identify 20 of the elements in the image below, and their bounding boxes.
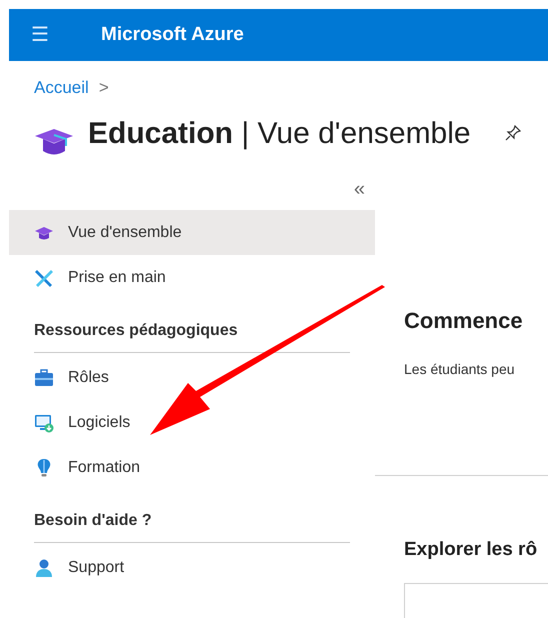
nav-item[interactable]: Support	[9, 545, 375, 590]
menu-button[interactable]: ☰	[28, 25, 52, 45]
pin-icon[interactable]	[504, 125, 521, 141]
section-heading: Ressources pédagogiques	[34, 322, 238, 339]
nav-item[interactable]: Formation	[9, 445, 375, 490]
content-text: Les étudiants peu	[404, 360, 516, 379]
collapse-button[interactable]: «	[354, 178, 365, 200]
app-title: Microsoft Azure	[101, 22, 244, 47]
briefcase-icon	[34, 368, 54, 388]
section-title: Explorer les rô	[404, 538, 538, 562]
section-heading: Besoin d'aide ?	[34, 512, 152, 529]
content-heading: Commence	[404, 307, 524, 335]
breadcrumb-separator: >	[98, 77, 109, 100]
page-title: Education | Vue d'ensemble	[88, 116, 471, 152]
nav-item[interactable]: Vue d'ensemble	[9, 210, 375, 255]
nav-item[interactable]: Prise en main	[9, 255, 375, 300]
nav-item[interactable]: Rôles	[9, 355, 375, 400]
breadcrumb-link[interactable]: Accueil	[34, 75, 89, 101]
nav-item[interactable]: Logiciels	[9, 400, 375, 445]
monitor-download-icon	[34, 412, 54, 432]
